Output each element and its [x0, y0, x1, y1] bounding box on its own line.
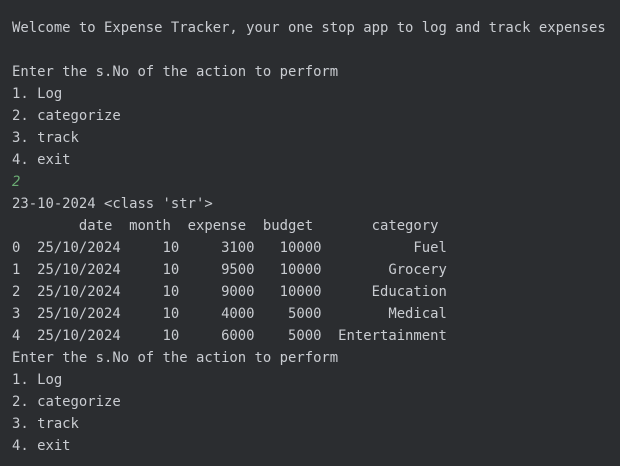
date-debug-output: 23-10-2024 <class 'str'> [12, 196, 213, 212]
menu-item-exit: 4. exit [12, 438, 71, 454]
menu-item-exit: 4. exit [12, 152, 71, 168]
table-row: 3 25/10/2024 10 4000 5000 Medical [12, 306, 447, 322]
menu-item-log: 1. Log [12, 372, 63, 388]
action-prompt-again: Enter the s.No of the action to perform [12, 350, 339, 366]
menu-item-categorize: 2. categorize [12, 108, 121, 124]
welcome-message: Welcome to Expense Tracker, your one sto… [12, 20, 606, 36]
menu-item-log: 1. Log [12, 86, 63, 102]
table-row: 0 25/10/2024 10 3100 10000 Fuel [12, 240, 447, 256]
user-input: 2 [12, 174, 21, 190]
console-output[interactable]: Welcome to Expense Tracker, your one sto… [12, 17, 620, 457]
menu-item-categorize: 2. categorize [12, 394, 121, 410]
action-prompt: Enter the s.No of the action to perform [12, 64, 339, 80]
table-header: date month expense budget category [12, 218, 439, 234]
table-row: 4 25/10/2024 10 6000 5000 Entertainment [12, 328, 447, 344]
menu-item-track: 3. track [12, 416, 79, 432]
table-row: 2 25/10/2024 10 9000 10000 Education [12, 284, 447, 300]
table-row: 1 25/10/2024 10 9500 10000 Grocery [12, 262, 447, 278]
menu-item-track: 3. track [12, 130, 79, 146]
